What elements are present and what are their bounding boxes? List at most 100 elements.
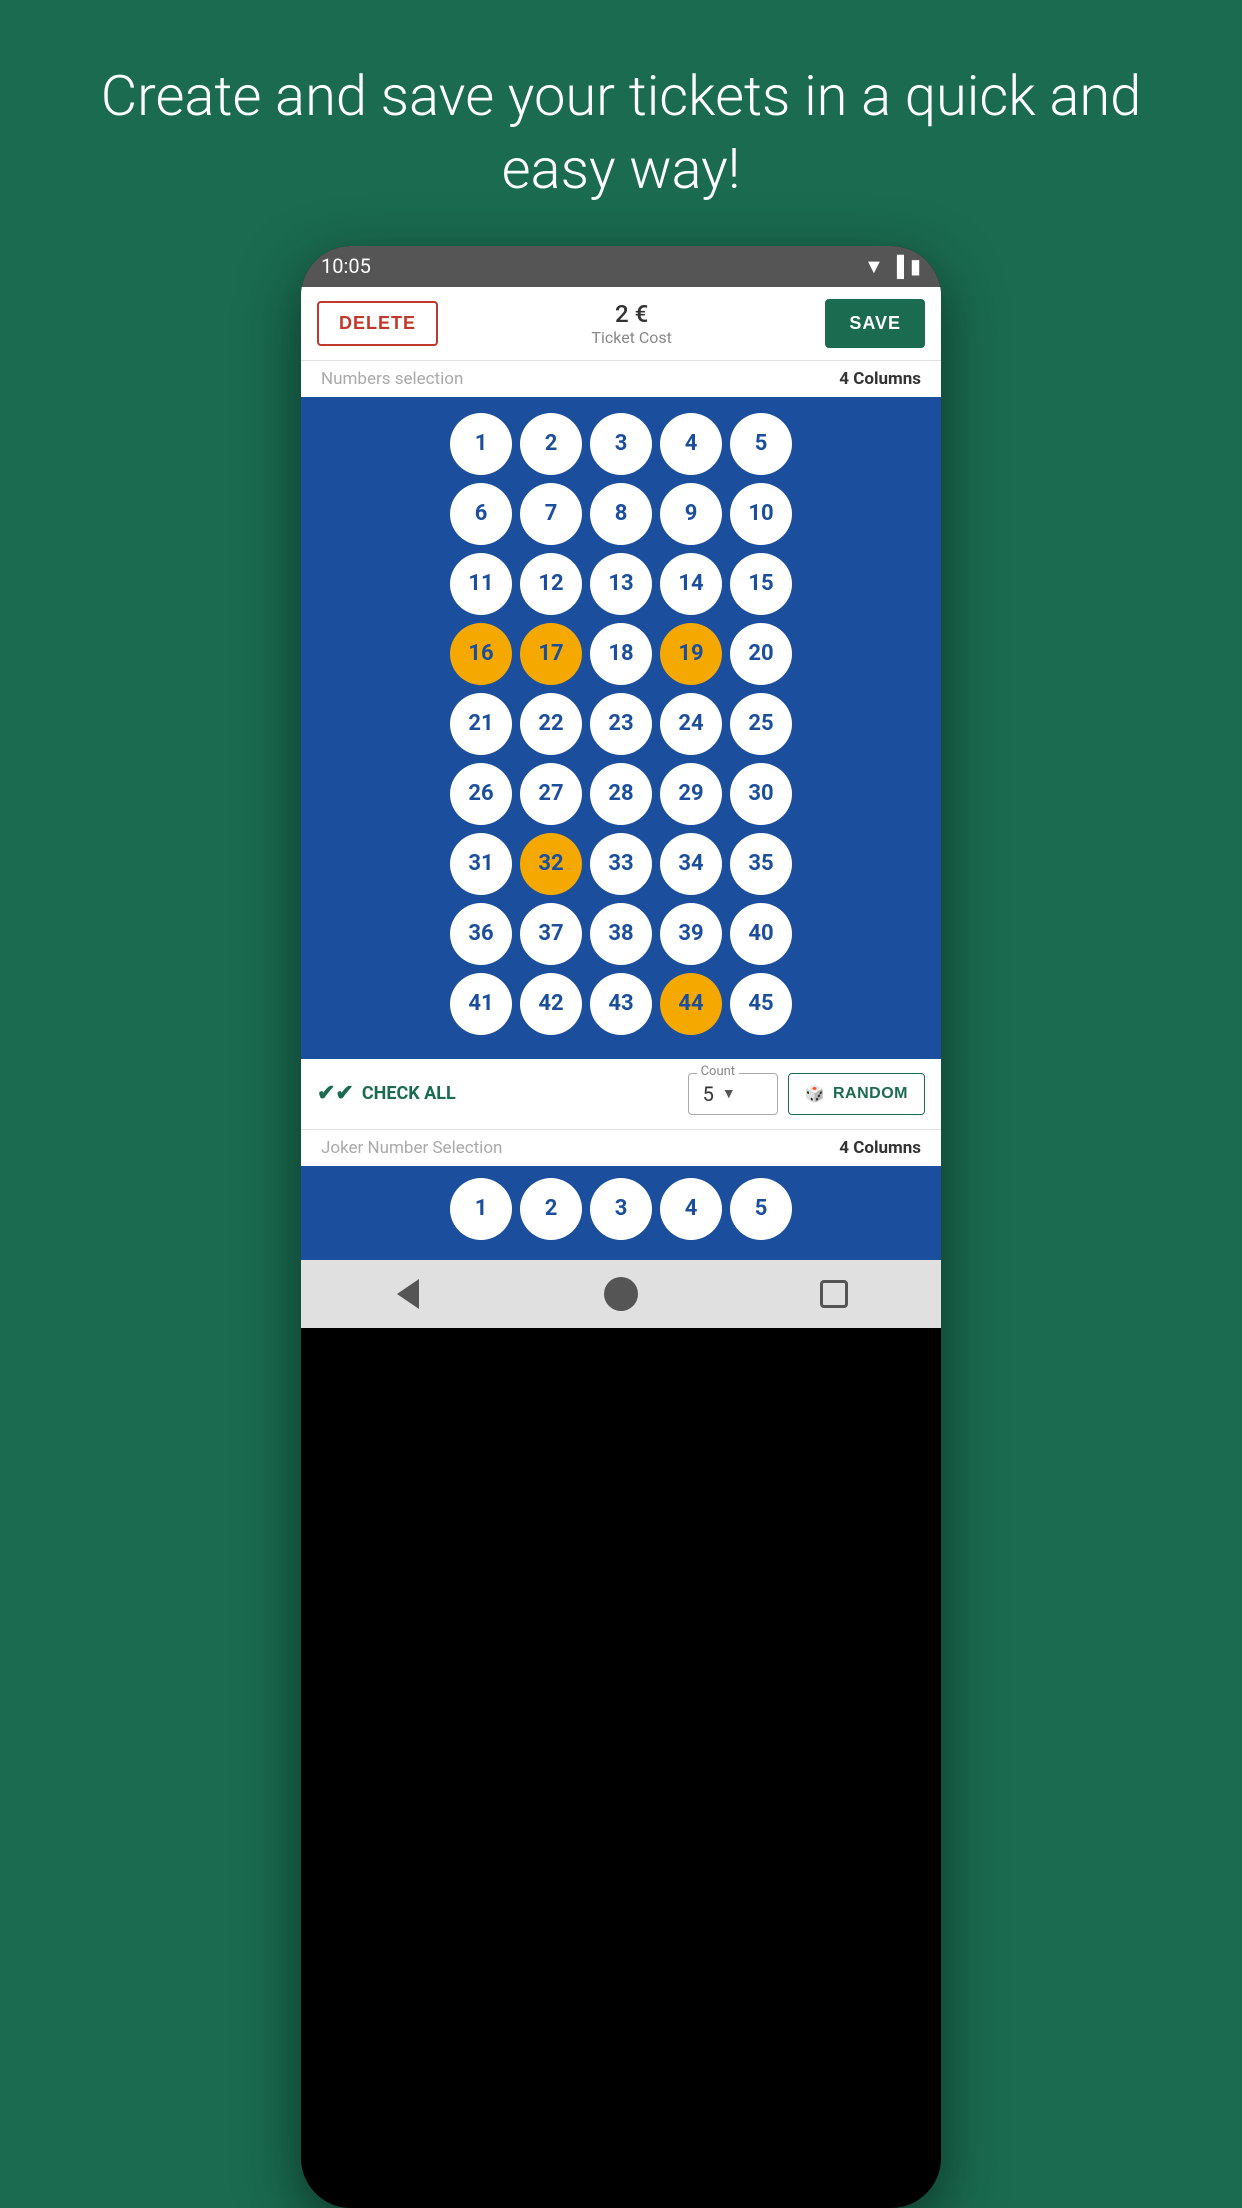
numbers-section-label: Numbers selection: [321, 369, 463, 389]
number-ball-30[interactable]: 30: [730, 763, 792, 825]
random-label: RANDOM: [833, 1085, 908, 1103]
signal-icon: ▐: [890, 254, 904, 279]
battery-icon: ▮: [910, 254, 921, 278]
joker-ball-2[interactable]: 2: [520, 1178, 582, 1240]
joker-section-label: Joker Number Selection: [321, 1138, 502, 1158]
ticket-cost-display: 2 € Ticket Cost: [591, 300, 671, 347]
status-time: 10:05: [321, 254, 371, 278]
nav-home-button[interactable]: [601, 1274, 641, 1314]
nav-home-icon: [604, 1277, 638, 1311]
number-row: 2122232425: [311, 693, 931, 755]
nav-recent-button[interactable]: [814, 1274, 854, 1314]
number-row: 3132333435: [311, 833, 931, 895]
random-icon: 🎲: [805, 1084, 825, 1104]
number-ball-20[interactable]: 20: [730, 623, 792, 685]
number-ball-1[interactable]: 1: [450, 413, 512, 475]
count-label: Count: [697, 1064, 739, 1079]
count-value: 5: [703, 1082, 714, 1106]
number-ball-21[interactable]: 21: [450, 693, 512, 755]
delete-button[interactable]: DELETE: [317, 301, 438, 346]
number-row: 678910: [311, 483, 931, 545]
status-icons: ▼ ▐ ▮: [864, 254, 921, 279]
number-ball-28[interactable]: 28: [590, 763, 652, 825]
nav-bar: [301, 1260, 941, 1328]
count-selector[interactable]: Count 5 ▼: [688, 1073, 778, 1115]
number-ball-42[interactable]: 42: [520, 973, 582, 1035]
number-ball-6[interactable]: 6: [450, 483, 512, 545]
number-ball-23[interactable]: 23: [590, 693, 652, 755]
number-ball-15[interactable]: 15: [730, 553, 792, 615]
number-row: 3637383940: [311, 903, 931, 965]
number-ball-27[interactable]: 27: [520, 763, 582, 825]
number-ball-43[interactable]: 43: [590, 973, 652, 1035]
numbers-columns-label: 4 Columns: [839, 369, 921, 389]
number-ball-14[interactable]: 14: [660, 553, 722, 615]
number-ball-37[interactable]: 37: [520, 903, 582, 965]
joker-columns-label: 4 Columns: [839, 1138, 921, 1158]
number-ball-36[interactable]: 36: [450, 903, 512, 965]
number-row: 4142434445: [311, 973, 931, 1035]
wifi-icon: ▼: [864, 254, 884, 279]
number-ball-7[interactable]: 7: [520, 483, 582, 545]
number-ball-41[interactable]: 41: [450, 973, 512, 1035]
ticket-cost-label: Ticket Cost: [591, 328, 671, 347]
number-ball-5[interactable]: 5: [730, 413, 792, 475]
number-ball-35[interactable]: 35: [730, 833, 792, 895]
number-ball-8[interactable]: 8: [590, 483, 652, 545]
number-ball-18[interactable]: 18: [590, 623, 652, 685]
number-ball-2[interactable]: 2: [520, 413, 582, 475]
nav-back-icon: [397, 1279, 419, 1309]
number-row: 1617181920: [311, 623, 931, 685]
number-ball-31[interactable]: 31: [450, 833, 512, 895]
joker-ball-4[interactable]: 4: [660, 1178, 722, 1240]
phone-container: 10:05 ▼ ▐ ▮ DELETE 2 € Ticket Cost SAVE …: [301, 246, 941, 2208]
number-row: 1112131415: [311, 553, 931, 615]
number-ball-40[interactable]: 40: [730, 903, 792, 965]
joker-ball-1[interactable]: 1: [450, 1178, 512, 1240]
number-ball-29[interactable]: 29: [660, 763, 722, 825]
joker-section-header: Joker Number Selection 4 Columns: [301, 1130, 941, 1166]
number-ball-44[interactable]: 44: [660, 973, 722, 1035]
number-ball-34[interactable]: 34: [660, 833, 722, 895]
number-ball-17[interactable]: 17: [520, 623, 582, 685]
number-row: 12345: [311, 413, 931, 475]
number-ball-25[interactable]: 25: [730, 693, 792, 755]
number-ball-16[interactable]: 16: [450, 623, 512, 685]
random-button[interactable]: 🎲 RANDOM: [788, 1073, 925, 1115]
number-ball-9[interactable]: 9: [660, 483, 722, 545]
number-row: 2627282930: [311, 763, 931, 825]
number-ball-3[interactable]: 3: [590, 413, 652, 475]
number-ball-11[interactable]: 11: [450, 553, 512, 615]
number-ball-45[interactable]: 45: [730, 973, 792, 1035]
header-tagline: Create and save your tickets in a quick …: [0, 0, 1242, 246]
number-ball-32[interactable]: 32: [520, 833, 582, 895]
number-ball-33[interactable]: 33: [590, 833, 652, 895]
toolbar: DELETE 2 € Ticket Cost SAVE: [301, 287, 941, 360]
number-ball-38[interactable]: 38: [590, 903, 652, 965]
check-all-icon: ✔✔: [317, 1081, 354, 1106]
number-ball-39[interactable]: 39: [660, 903, 722, 965]
nav-back-button[interactable]: [388, 1274, 428, 1314]
number-ball-4[interactable]: 4: [660, 413, 722, 475]
number-grid: 1234567891011121314151617181920212223242…: [301, 397, 941, 1059]
number-ball-26[interactable]: 26: [450, 763, 512, 825]
number-ball-12[interactable]: 12: [520, 553, 582, 615]
number-ball-13[interactable]: 13: [590, 553, 652, 615]
number-ball-19[interactable]: 19: [660, 623, 722, 685]
number-ball-22[interactable]: 22: [520, 693, 582, 755]
ticket-cost-value: 2 €: [591, 300, 671, 328]
joker-grid: 12345: [301, 1166, 941, 1260]
nav-recent-icon: [820, 1280, 848, 1308]
check-all-button[interactable]: ✔✔ CHECK ALL: [317, 1081, 678, 1106]
joker-ball-5[interactable]: 5: [730, 1178, 792, 1240]
numbers-section-header: Numbers selection 4 Columns: [301, 361, 941, 397]
joker-ball-3[interactable]: 3: [590, 1178, 652, 1240]
count-dropdown-icon: ▼: [722, 1085, 736, 1102]
status-bar: 10:05 ▼ ▐ ▮: [301, 246, 941, 287]
save-button[interactable]: SAVE: [825, 299, 925, 348]
number-ball-10[interactable]: 10: [730, 483, 792, 545]
joker-number-row: 12345: [311, 1178, 931, 1240]
phone-screen: DELETE 2 € Ticket Cost SAVE Numbers sele…: [301, 287, 941, 1260]
check-all-label: CHECK ALL: [362, 1083, 456, 1104]
number-ball-24[interactable]: 24: [660, 693, 722, 755]
